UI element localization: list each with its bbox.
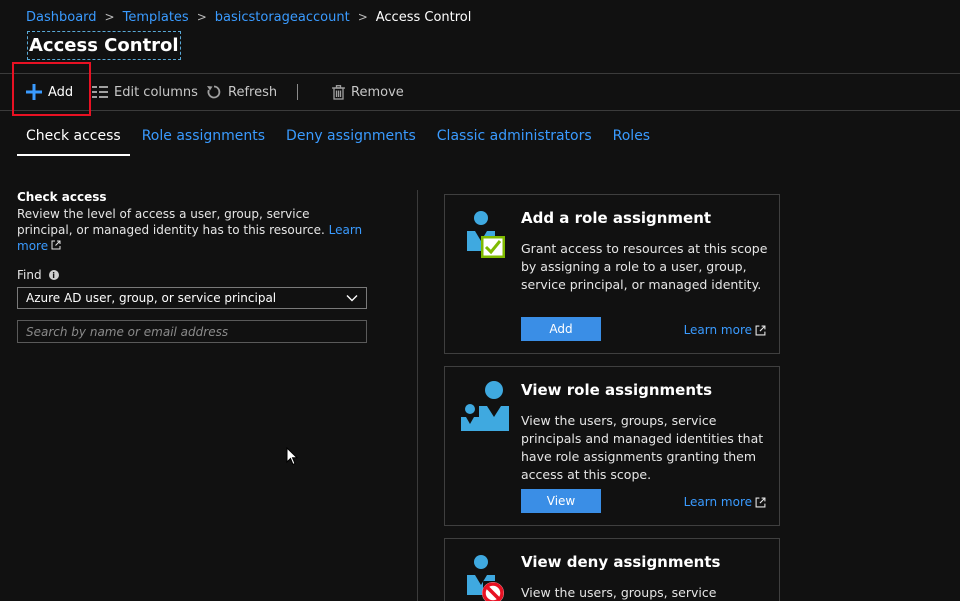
refresh-icon bbox=[206, 84, 222, 100]
page-title: Access Control bbox=[27, 31, 181, 60]
card-description: View the users, groups, service principa… bbox=[521, 585, 717, 600]
search-input[interactable] bbox=[17, 320, 367, 343]
toolbar-separator bbox=[297, 84, 298, 100]
check-access-description: Review the level of access a user, group… bbox=[17, 206, 367, 254]
tab-check-access[interactable]: Check access bbox=[17, 128, 130, 156]
edit-columns-icon bbox=[92, 86, 108, 98]
panel-divider bbox=[417, 190, 418, 601]
breadcrumb: Dashboard > Templates > basicstorageacco… bbox=[26, 8, 471, 26]
check-access-description-text: Review the level of access a user, group… bbox=[17, 207, 325, 237]
add-role-assignment-card: Add a role assignment Grant access to re… bbox=[444, 194, 780, 354]
learn-more-link[interactable]: Learn more bbox=[684, 323, 766, 337]
tab-deny-assignments[interactable]: Deny assignments bbox=[277, 128, 425, 156]
user-check-icon bbox=[461, 207, 507, 267]
breadcrumb-templates[interactable]: Templates bbox=[123, 10, 189, 25]
find-type-dropdown[interactable]: Azure AD user, group, or service princip… bbox=[17, 287, 367, 309]
card-title: View deny assignments bbox=[521, 553, 721, 571]
edit-columns-button[interactable]: Edit columns bbox=[92, 74, 198, 110]
user-deny-icon bbox=[461, 551, 507, 601]
tab-roles[interactable]: Roles bbox=[604, 128, 659, 156]
tab-bar: Check access Role assignments Deny assig… bbox=[17, 128, 662, 156]
breadcrumb-separator: > bbox=[104, 10, 115, 24]
external-link-icon bbox=[755, 497, 766, 508]
toolbar-divider-bottom bbox=[0, 110, 960, 111]
card-title: Add a role assignment bbox=[521, 209, 712, 227]
breadcrumb-separator: > bbox=[196, 10, 207, 24]
breadcrumb-separator: > bbox=[357, 10, 368, 24]
refresh-button[interactable]: Refresh bbox=[206, 74, 277, 110]
tab-classic-administrators[interactable]: Classic administrators bbox=[428, 128, 601, 156]
learn-more-link[interactable]: Learn more bbox=[684, 495, 766, 509]
breadcrumb-dashboard[interactable]: Dashboard bbox=[26, 10, 97, 25]
refresh-label: Refresh bbox=[228, 84, 278, 100]
remove-label: Remove bbox=[351, 84, 404, 100]
chevron-down-icon bbox=[346, 291, 358, 305]
mouse-cursor-icon bbox=[286, 446, 299, 470]
remove-button[interactable]: Remove bbox=[332, 74, 404, 110]
users-icon bbox=[461, 379, 511, 439]
breadcrumb-current: Access Control bbox=[375, 9, 472, 25]
learn-more-label: Learn more bbox=[683, 323, 752, 337]
info-icon[interactable]: i bbox=[48, 270, 59, 280]
view-deny-assignments-card: View deny assignments View the users, gr… bbox=[444, 538, 780, 601]
check-access-panel: Check access Review the level of access … bbox=[17, 190, 367, 343]
view-role-assignments-button[interactable]: View bbox=[521, 489, 601, 513]
card-description: View the users, groups, service principa… bbox=[521, 413, 764, 482]
find-type-selected: Azure AD user, group, or service princip… bbox=[26, 291, 277, 305]
card-description: Grant access to resources at this scope … bbox=[521, 241, 768, 292]
add-button-highlight bbox=[12, 62, 91, 116]
external-link-icon bbox=[755, 325, 766, 336]
learn-more-label: Learn more bbox=[683, 495, 752, 509]
trash-icon bbox=[332, 84, 345, 100]
breadcrumb-basicstorageaccount[interactable]: basicstorageaccount bbox=[215, 10, 350, 25]
external-link-icon bbox=[51, 240, 61, 250]
find-label-text: Find bbox=[17, 268, 42, 282]
card-title: View role assignments bbox=[521, 381, 713, 399]
check-access-heading: Check access bbox=[17, 190, 107, 204]
command-bar: Add Edit columns Refresh Remove bbox=[0, 74, 960, 110]
find-label: Find i bbox=[17, 268, 367, 282]
tab-role-assignments[interactable]: Role assignments bbox=[133, 128, 274, 156]
add-role-assignment-button[interactable]: Add bbox=[521, 317, 601, 341]
edit-columns-label: Edit columns bbox=[114, 84, 198, 100]
view-role-assignments-card: View role assignments View the users, gr… bbox=[444, 366, 780, 526]
